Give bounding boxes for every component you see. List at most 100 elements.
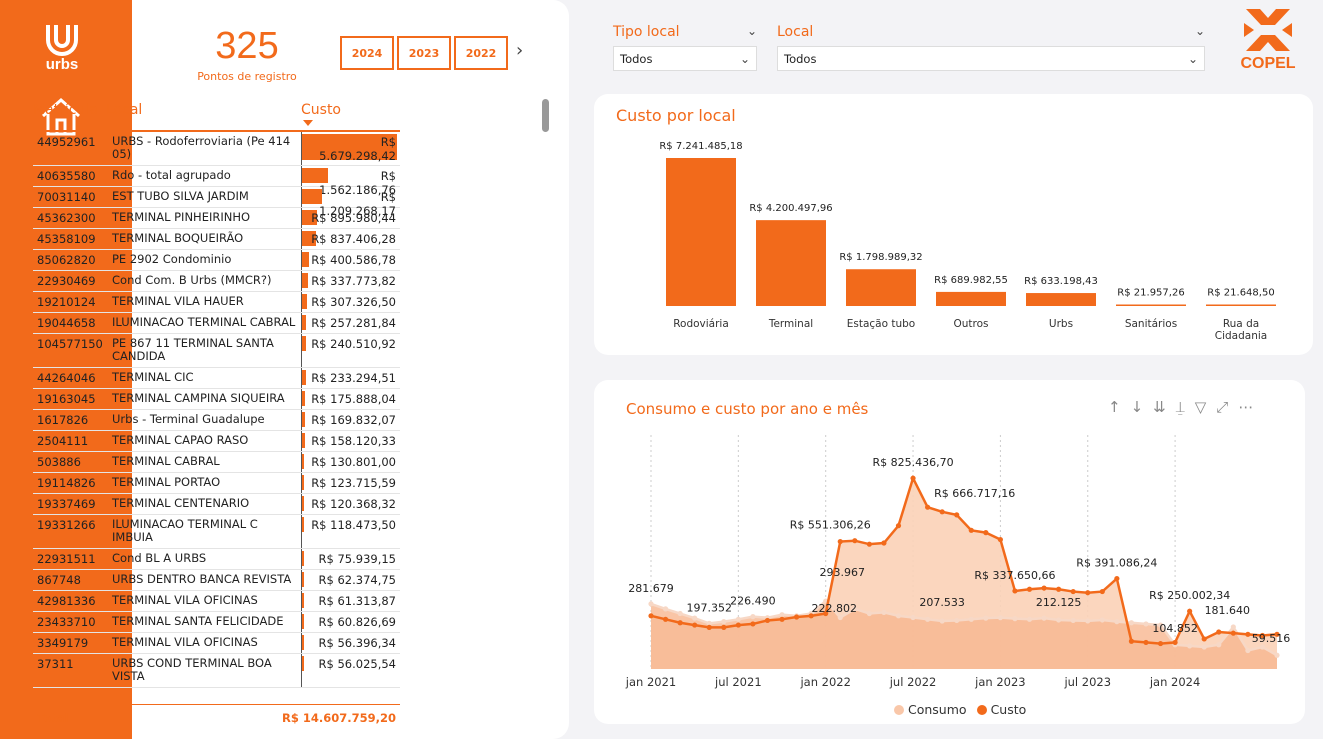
point-custo[interactable] [910,475,916,481]
point-custo[interactable] [1114,575,1120,582]
bar-5[interactable] [1116,304,1186,307]
point-custo[interactable] [1041,585,1047,591]
point-custo[interactable] [692,622,698,628]
tipo-local-dropdown[interactable]: Todos ⌄ [613,46,757,71]
table-row[interactable]: 3349179 TERMINAL VILA OFICINAS R$ 56.396,3… [33,633,400,654]
point-consumo[interactable] [881,609,887,615]
year-button-2024[interactable]: 2024 [340,36,394,70]
point-custo[interactable] [837,538,843,545]
table-row[interactable]: 19337469 TERMINAL CENTENARIO R$ 120.368,32 [33,494,400,515]
table-row[interactable]: 23433710 TERMINAL SANTA FELICIDADE R$ 60.8… [33,612,400,633]
point-consumo[interactable] [968,616,974,622]
table-row[interactable]: 19331266 ILUMINACAO TERMINAL C IMBUIA R$ 1… [33,515,400,549]
point-consumo[interactable] [750,614,756,620]
table-row[interactable]: 70031140 EST TUBO SILVA JARDIM R$ 1.209.26… [33,187,400,218]
point-custo[interactable] [706,624,712,630]
table-row[interactable]: 44952961 URBS - Rodoferroviaria (Pe 414 0… [33,132,400,166]
table-row[interactable]: 42981336 TERMINAL VILA OFICINAS R$ 61.313,… [33,591,400,612]
point-custo[interactable] [677,620,683,626]
bar-1[interactable] [756,220,826,306]
header-custo[interactable]: Custo [301,98,400,130]
table-row[interactable]: 22930469 Cond Com. B Urbs (MMCR?) R$ 337.7… [33,271,400,292]
table-row[interactable]: 45362300 TERMINAL PINHEIRINHO R$ 895.980,4… [33,208,400,229]
point-custo[interactable] [1012,588,1018,594]
table-row[interactable]: 19163045 TERMINAL CAMPINA SIQUEIRA R$ 175.… [33,389,400,410]
point-consumo[interactable] [1259,644,1266,650]
point-custo[interactable] [735,622,741,628]
point-consumo[interactable] [692,615,698,621]
chevron-right-icon[interactable]: › [516,40,523,61]
point-custo[interactable] [1128,638,1135,644]
table-row[interactable]: 40635580 Rdo - total agrupado R$ 1.562.186… [33,166,400,197]
header-matricula[interactable]: Matrícula [33,98,106,130]
point-custo[interactable] [662,616,669,622]
point-custo[interactable] [779,616,785,622]
point-custo[interactable] [1157,640,1164,647]
point-consumo[interactable] [925,616,931,622]
table-row[interactable]: 85062820 PE 2902 Condominio R$ 400.586,78 [33,250,400,271]
table-row[interactable]: 2504111 TERMINAL CAPAO RASO R$ 158.120,33 [33,431,400,452]
point-consumo[interactable] [837,614,843,621]
table-row[interactable]: 19044658 ILUMINACAO TERMINAL CABRAL R$ 257… [33,313,400,334]
point-custo[interactable] [968,527,974,533]
point-custo[interactable] [1201,636,1207,642]
bar-2[interactable] [846,269,916,306]
point-consumo[interactable] [1012,616,1018,622]
legend-item-consumo[interactable]: Consumo [894,702,967,717]
year-button-2023[interactable]: 2023 [397,36,451,70]
point-custo[interactable] [648,613,654,619]
table-row[interactable]: 37311 URBS COND TERMINAL BOA VISTA R$ 56.0… [33,654,400,688]
point-custo[interactable] [1172,639,1178,646]
point-consumo[interactable] [1230,624,1236,630]
local-dropdown[interactable]: Todos ⌄ [777,46,1205,71]
bar-6[interactable] [1206,304,1276,307]
bar-3[interactable] [936,291,1006,306]
point-consumo[interactable] [1274,652,1280,658]
point-consumo[interactable] [735,616,741,622]
point-consumo[interactable] [1143,621,1149,627]
table-scrollbar[interactable] [542,99,549,132]
point-consumo[interactable] [954,617,960,624]
point-custo[interactable] [1026,586,1033,592]
point-consumo[interactable] [1026,616,1033,622]
table-row[interactable]: 867748 URBS DENTRO BANCA REVISTA R$ 62.374… [33,570,400,591]
point-custo[interactable] [1187,608,1193,614]
point-custo[interactable] [764,617,771,624]
point-custo[interactable] [983,530,989,536]
point-consumo[interactable] [1056,617,1062,623]
point-consumo[interactable] [1201,644,1207,650]
point-custo[interactable] [997,536,1003,543]
legend-item-custo[interactable]: Custo [976,702,1026,717]
point-consumo[interactable] [1041,615,1047,621]
point-consumo[interactable] [779,612,785,618]
point-consumo[interactable] [1070,617,1076,624]
point-custo[interactable] [895,523,902,529]
point-custo[interactable] [1099,588,1105,595]
point-consumo[interactable] [721,619,727,625]
chevron-down-icon[interactable]: ⌄ [747,24,757,40]
table-row[interactable]: 19210124 TERMINAL VILA HAUER R$ 307.326,50 [33,292,400,313]
point-custo[interactable] [954,512,960,518]
point-custo[interactable] [1056,586,1062,592]
point-custo[interactable] [1245,631,1251,637]
point-consumo[interactable] [1128,620,1135,626]
point-custo[interactable] [721,624,727,630]
point-consumo[interactable] [983,615,989,621]
point-custo[interactable] [852,538,858,544]
point-consumo[interactable] [939,618,945,624]
point-consumo[interactable] [1216,642,1222,648]
bar-4[interactable] [1026,293,1096,306]
point-custo[interactable] [1070,588,1076,595]
point-consumo[interactable] [866,610,872,617]
table-row[interactable]: 44264046 TERMINAL CIC R$ 233.294,51 [33,368,400,389]
point-custo[interactable] [1085,590,1091,596]
table-row[interactable]: 45358109 TERMINAL BOQUEIRÃO R$ 837.406,28 [33,229,400,250]
year-button-2022[interactable]: 2022 [454,36,508,70]
point-consumo[interactable] [677,610,683,617]
point-consumo[interactable] [1245,647,1251,654]
point-consumo[interactable] [1099,617,1105,623]
point-consumo[interactable] [648,601,654,607]
point-consumo[interactable] [662,606,669,612]
point-custo[interactable] [866,541,872,547]
point-consumo[interactable] [1187,643,1193,649]
